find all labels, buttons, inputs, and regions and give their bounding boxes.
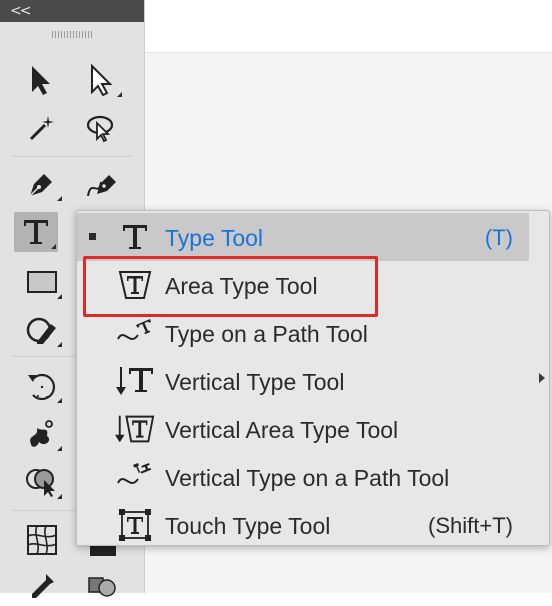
vertical-type-on-path-icon	[115, 461, 155, 493]
tearoff-arrow-icon[interactable]	[539, 373, 545, 383]
menu-item-shortcut: (T)	[484, 225, 513, 250]
warp-icon	[25, 418, 59, 450]
touch-type-icon	[115, 509, 155, 541]
menu-item-vertical-area-type-tool[interactable]: Vertical Area Type Tool	[77, 405, 529, 453]
current-tool-bullet	[89, 233, 96, 240]
pen-tool-button[interactable]	[20, 164, 64, 204]
rectangle-icon	[26, 269, 58, 295]
lasso-tool-button[interactable]	[80, 108, 124, 148]
shaper-icon	[25, 314, 59, 346]
menu-item-label: Type Tool	[165, 225, 264, 251]
menu-item-type-tool[interactable]: Type Tool (T)	[77, 213, 529, 261]
menu-item-label: Type on a Path Tool	[165, 321, 368, 347]
direct-selection-arrow-icon	[88, 64, 116, 96]
type-icon	[115, 221, 155, 253]
menu-item-area-type-tool[interactable]: Area Type Tool	[77, 261, 529, 309]
selection-tool-button[interactable]	[20, 60, 64, 100]
tool-group-divider	[12, 156, 132, 157]
menu-item-type-on-path-tool[interactable]: Type on a Path Tool	[77, 309, 529, 357]
canvas-top-strip	[144, 0, 552, 53]
shape-builder-icon	[24, 466, 60, 498]
menu-item-shortcut: (Shift+T)	[428, 513, 513, 538]
warp-tool-button[interactable]	[20, 414, 64, 454]
shaper-tool-button[interactable]	[20, 310, 64, 350]
vertical-area-type-icon	[115, 413, 155, 445]
menu-item-label: Area Type Tool	[165, 273, 318, 299]
blend-tool-button[interactable]	[80, 566, 124, 606]
menu-item-label: Vertical Area Type Tool	[165, 417, 399, 443]
type-icon	[21, 217, 51, 247]
selection-arrow-icon	[28, 64, 56, 96]
curvature-pen-icon	[85, 168, 119, 200]
direct-selection-tool-button[interactable]	[80, 60, 124, 100]
eyedropper-tool-button[interactable]	[20, 566, 64, 606]
magic-wand-icon	[27, 113, 57, 143]
type-tool-button[interactable]	[14, 212, 58, 252]
menu-item-vertical-type-tool[interactable]: Vertical Type Tool	[77, 357, 529, 405]
menu-item-touch-type-tool[interactable]: Touch Type Tool (Shift+T)	[77, 501, 529, 549]
type-on-path-icon	[115, 317, 155, 349]
collapse-panel-button[interactable]: <<	[10, 2, 32, 20]
rotate-icon	[25, 369, 59, 403]
curvature-tool-button[interactable]	[80, 164, 124, 204]
lasso-icon	[85, 113, 119, 143]
magic-wand-tool-button[interactable]	[20, 108, 64, 148]
rectangle-tool-button[interactable]	[20, 262, 64, 302]
mesh-tool-button[interactable]	[20, 520, 64, 560]
menu-item-label: Vertical Type Tool	[165, 369, 345, 395]
panel-grip-handle[interactable]	[52, 31, 92, 38]
area-type-icon	[115, 269, 155, 301]
rotate-tool-button[interactable]	[20, 366, 64, 406]
mesh-icon	[26, 524, 58, 556]
menu-item-vertical-type-on-path-tool[interactable]: Vertical Type on a Path Tool	[77, 453, 529, 501]
type-tools-flyout-menu: Type Tool (T) Area Type Tool Type on a P…	[76, 210, 550, 546]
menu-item-label: Vertical Type on a Path Tool	[165, 465, 450, 491]
eyedropper-icon	[26, 570, 58, 602]
shape-builder-tool-button[interactable]	[20, 462, 64, 502]
menu-item-label: Touch Type Tool	[165, 513, 331, 539]
tools-panel-header: <<	[0, 0, 144, 22]
pen-icon	[26, 168, 58, 200]
vertical-type-icon	[115, 365, 155, 397]
blend-icon	[85, 570, 119, 602]
